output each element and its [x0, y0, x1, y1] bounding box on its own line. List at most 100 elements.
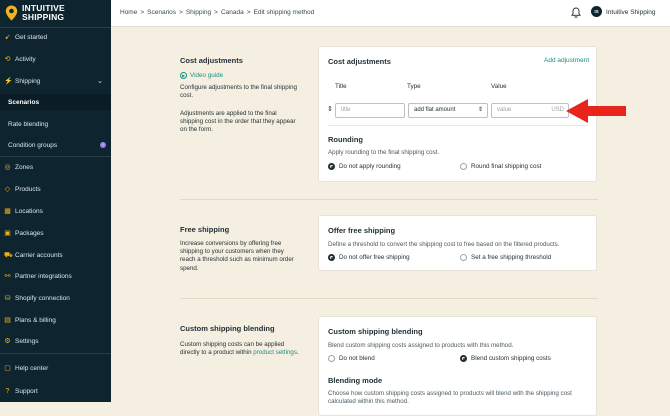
breadcrumb-separator: >: [246, 9, 251, 16]
breadcrumb-canada[interactable]: Canada: [221, 9, 244, 16]
sidebar-item-get-started[interactable]: ➹ Get started: [0, 29, 111, 45]
help-icon: ▢: [4, 364, 11, 372]
sidebar-item-shipping[interactable]: ⚡ Shipping ⌄: [0, 73, 111, 89]
card-subtitle: Blend custom shipping costs assigned to …: [328, 342, 514, 349]
cost-adjustments-desc-1: Configure adjustments to the final shipp…: [180, 84, 297, 100]
radio-unselected-icon: [460, 163, 467, 170]
video-guide-label: Video guide: [190, 72, 224, 79]
card-title: Custom shipping blending: [328, 327, 423, 336]
product-settings-link[interactable]: product settings: [253, 349, 297, 356]
user-name[interactable]: Intuitive Shipping: [606, 9, 656, 16]
sidebar-item-locations[interactable]: ▦ Locations: [0, 203, 111, 219]
shipping-icon: ⚡: [4, 77, 13, 85]
sidebar-item-scenarios[interactable]: Scenarios: [0, 94, 111, 110]
video-guide-link[interactable]: ▶ Video guide: [180, 72, 223, 79]
breadcrumb-shipping[interactable]: Shipping: [186, 9, 211, 16]
custom-blending-card: Custom shipping blending Blend custom sh…: [318, 316, 597, 416]
custom-blending-desc: Custom shipping costs can be applied dir…: [180, 341, 299, 357]
radio-no-free-shipping[interactable]: Do not offer free shipping: [328, 254, 410, 261]
sidebar-item-label: Scenarios: [8, 98, 40, 106]
blending-mode-title: Blending mode: [328, 376, 383, 385]
sidebar-item-packages[interactable]: ▣ Packages: [0, 225, 111, 241]
breadcrumb-separator: >: [214, 9, 218, 16]
radio-round-final[interactable]: Round final shipping cost: [460, 163, 541, 170]
sidebar-item-label: Zones: [15, 163, 34, 171]
radio-label: Do not apply rounding: [339, 163, 401, 170]
locations-icon: ▦: [4, 207, 11, 215]
card-title: Offer free shipping: [328, 226, 396, 235]
logo-pin-icon: [5, 5, 18, 21]
section-divider: [180, 199, 598, 200]
breadcrumb-current: Edit shipping method: [253, 9, 315, 16]
radio-selected-icon: [460, 355, 467, 362]
value-placeholder: value: [497, 107, 512, 113]
breadcrumb-home[interactable]: Home: [120, 9, 137, 16]
sidebar-item-plans-billing[interactable]: ▤ Plans & billing: [0, 312, 111, 328]
sidebar-item-carrier-accounts[interactable]: ⛟ Carrier accounts: [0, 247, 111, 263]
radio-unselected-icon: [328, 355, 335, 362]
cost-adjustments-heading: Cost adjustments: [180, 56, 243, 65]
free-shipping-heading: Free shipping: [180, 225, 230, 234]
sidebar-item-label: Activity: [15, 55, 36, 63]
adjustment-type-select[interactable]: add flat amount ⇕: [408, 103, 488, 118]
radio-blend-custom[interactable]: Blend custom shipping costs: [460, 355, 551, 362]
sidebar-item-label: Carrier accounts: [15, 251, 63, 259]
avatar[interactable]: IS: [591, 6, 602, 17]
adjustment-value-input[interactable]: value USD: [491, 103, 569, 118]
sidebar-item-label: Products: [15, 185, 41, 193]
breadcrumb-separator: >: [140, 9, 145, 16]
radio-selected-icon: [328, 163, 335, 170]
breadcrumb-separator: >: [179, 9, 183, 16]
drag-handle-icon[interactable]: ⇕: [327, 105, 333, 113]
cost-adjustments-card: Cost adjustments Add adjustment Title Ty…: [318, 46, 597, 182]
brand-logo[interactable]: INTUITIVE SHIPPING: [5, 4, 65, 22]
sidebar-item-label: Partner integrations: [15, 272, 72, 280]
billing-icon: ▤: [4, 316, 11, 324]
custom-blending-heading: Custom shipping blending: [180, 324, 275, 333]
bell-icon[interactable]: [571, 7, 581, 18]
currency-unit: USD: [551, 107, 564, 113]
breadcrumb: Home > Scenarios > Shipping > Canada > Edit …: [120, 9, 314, 16]
sidebar-item-zones[interactable]: ◎ Zones: [0, 159, 111, 175]
sidebar-item-settings[interactable]: ⚙ Settings: [0, 333, 111, 349]
column-title-header: Title: [335, 83, 347, 90]
chevron-down-icon: ⌄: [97, 78, 103, 85]
sidebar-item-label: Get started: [15, 33, 48, 41]
sidebar: INTUITIVE SHIPPING ➹ Get started ⟲ Activity…: [0, 0, 111, 402]
radio-do-not-blend[interactable]: Do not blend: [328, 355, 375, 362]
column-type-header: Type: [407, 83, 421, 90]
sidebar-item-label: Support: [15, 387, 38, 395]
breadcrumb-scenarios[interactable]: Scenarios: [147, 9, 176, 16]
sidebar-item-partner-integrations[interactable]: ⚯ Partner integrations: [0, 268, 111, 284]
card-subtitle: Define a threshold to convert the shippi…: [328, 241, 560, 248]
radio-label: Do not blend: [339, 355, 375, 362]
rounding-subtitle: Apply rounding to the final shipping cos…: [328, 149, 440, 156]
packages-icon: ▣: [4, 229, 11, 237]
blending-mode-subtitle: Choose how custom shipping costs assigne…: [328, 390, 572, 405]
sidebar-item-rate-blending[interactable]: Rate blending: [0, 116, 111, 132]
free-shipping-desc: Increase conversions by offering free sh…: [180, 240, 294, 272]
sidebar-item-activity[interactable]: ⟲ Activity: [0, 51, 111, 67]
products-icon: ◇: [4, 185, 11, 193]
radio-label: Do not offer free shipping: [339, 254, 410, 261]
sidebar-item-label: Help center: [15, 364, 49, 372]
section-divider: [180, 298, 598, 299]
brand-name: INTUITIVE SHIPPING: [22, 3, 65, 22]
radio-free-threshold[interactable]: Set a free shipping threshold: [460, 254, 551, 261]
sidebar-item-support[interactable]: ? Support: [0, 383, 111, 399]
top-bar: Home > Scenarios > Shipping > Canada > Edit …: [111, 0, 670, 27]
adjustment-type-value: add flat amount: [414, 107, 456, 113]
gear-icon: ⚙: [4, 337, 11, 345]
radio-selected-icon: [328, 254, 335, 261]
sidebar-item-products[interactable]: ◇ Products: [0, 181, 111, 197]
radio-label: Round final shipping cost: [471, 163, 542, 170]
add-adjustment-link[interactable]: Add adjustment: [544, 57, 589, 64]
sidebar-item-help-center[interactable]: ▢ Help center: [0, 360, 111, 376]
card-title: Cost adjustments: [328, 57, 391, 66]
adjustment-title-input[interactable]: title: [335, 103, 405, 118]
red-arrow-icon: [566, 99, 626, 123]
sidebar-item-label: Condition groups: [8, 141, 58, 149]
sidebar-item-condition-groups[interactable]: Condition groups i: [0, 137, 111, 153]
radio-no-rounding[interactable]: Do not apply rounding: [328, 163, 401, 170]
sidebar-item-shopify-connection[interactable]: ⛁ Shopify connection: [0, 290, 111, 306]
